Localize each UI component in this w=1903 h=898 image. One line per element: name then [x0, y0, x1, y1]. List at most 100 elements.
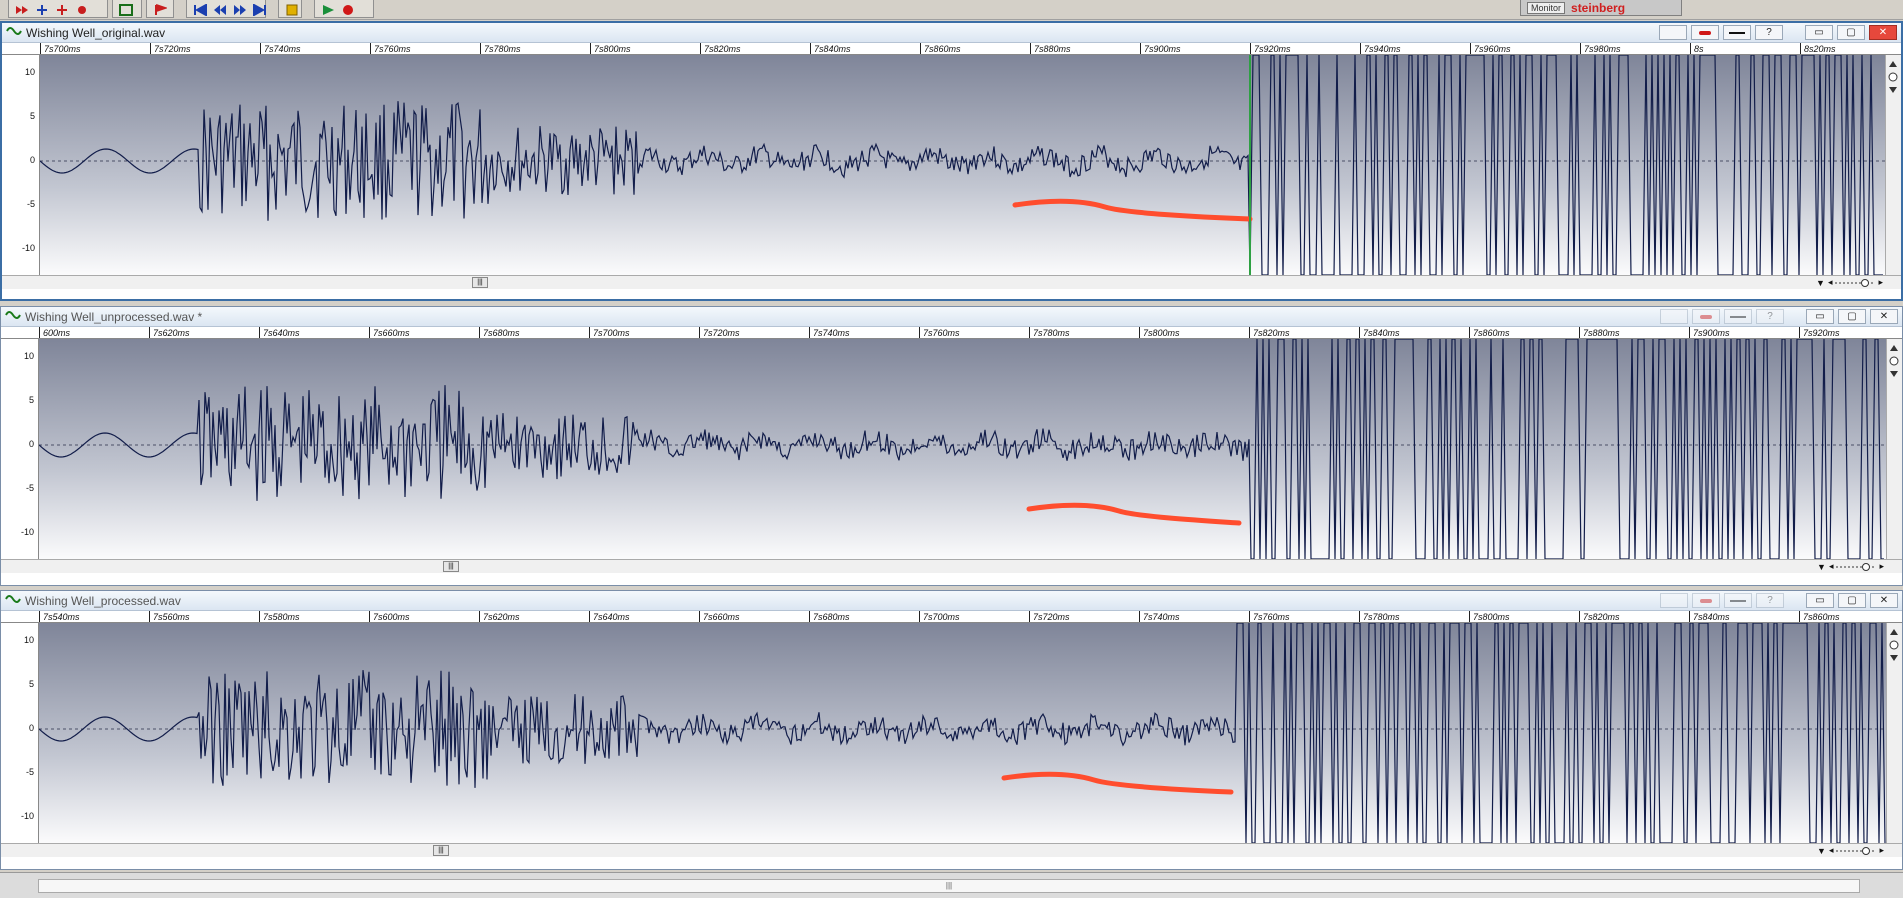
chevron-down-icon[interactable]: ▼ — [1817, 846, 1826, 856]
vertical-zoom-bar[interactable] — [1886, 623, 1902, 843]
time-tick-label: 7s820ms — [700, 43, 741, 54]
goto-start-icon[interactable] — [193, 2, 207, 17]
audio-window-1[interactable]: Wishing Well_original.wav ? ▭ ▢ ✕ 7s700m… — [0, 21, 1903, 301]
view-mode-line-button[interactable] — [1724, 593, 1752, 608]
zoom-control[interactable]: ▼ ◂ ▸ — [1816, 276, 1883, 289]
maximize-button[interactable]: ▢ — [1838, 309, 1866, 324]
view-mode-blank-button[interactable] — [1660, 309, 1688, 324]
time-ruler[interactable]: 600ms 7s620ms 7s640ms 7s660ms 7s680ms 7s700ms… — [1, 327, 1902, 339]
time-tick-label: 7s620ms — [479, 611, 520, 622]
amplitude-label: 0 — [28, 439, 34, 449]
time-tick-label: 7s780ms — [480, 43, 521, 54]
time-tick-label: 7s540ms — [39, 611, 80, 622]
minimize-button[interactable]: ▭ — [1806, 309, 1834, 324]
zoom-slider[interactable] — [1836, 846, 1877, 855]
time-ruler[interactable]: 7s700ms 7s720ms 7s740ms 7s760ms 7s780ms 7s800… — [2, 43, 1901, 55]
close-button[interactable]: ✕ — [1870, 309, 1898, 324]
marker-red-plus-icon[interactable] — [55, 3, 69, 15]
time-tick-label: 7s660ms — [369, 327, 410, 338]
horizontal-scrollbar[interactable]: ||| ▼ ◂ ▸ — [2, 275, 1901, 289]
view-mode-line-button[interactable] — [1724, 309, 1752, 324]
scroll-thumb[interactable]: ||| — [433, 845, 449, 856]
zoom-in-icon[interactable]: ▸ — [1879, 845, 1884, 856]
zoom-in-icon[interactable]: ▸ — [1879, 561, 1884, 572]
time-tick-label: 7s760ms — [1249, 611, 1290, 622]
view-mode-red-button[interactable] — [1692, 309, 1720, 324]
zoom-in-icon[interactable]: ▸ — [1878, 277, 1883, 288]
time-tick-label: 7s700ms — [40, 43, 81, 54]
close-button[interactable]: ✕ — [1869, 25, 1897, 40]
scroll-thumb[interactable]: ||| — [443, 561, 459, 572]
main-horizontal-scrollbar[interactable]: ||| — [38, 879, 1860, 893]
amplitude-label: 10 — [23, 351, 34, 361]
red-annotation-stroke — [1001, 771, 1234, 795]
time-tick-label: 7s560ms — [149, 611, 190, 622]
waveform-plot[interactable] — [39, 623, 1886, 843]
horizontal-scrollbar[interactable]: ||| ▼ ◂ ▸ — [1, 843, 1902, 857]
vertical-zoom-bar[interactable] — [1885, 55, 1901, 275]
navigation-group — [186, 0, 266, 18]
time-tick-label: 7s780ms — [1359, 611, 1400, 622]
waveform-plot[interactable] — [40, 55, 1885, 275]
main-scroll-thumb[interactable]: ||| — [39, 880, 1859, 892]
view-mode-blank-button[interactable] — [1660, 593, 1688, 608]
time-tick-label: 7s580ms — [259, 611, 300, 622]
play-record-group — [314, 0, 374, 18]
marker-redflag-icon[interactable] — [75, 3, 89, 15]
zoom-slider[interactable] — [1836, 562, 1877, 571]
loop-icon[interactable] — [119, 3, 133, 16]
zoom-out-icon[interactable]: ◂ — [1829, 845, 1834, 856]
chevron-down-icon[interactable]: ▼ — [1816, 278, 1825, 288]
marker-blue-icon[interactable] — [35, 3, 49, 15]
chevron-down-icon[interactable]: ▼ — [1817, 562, 1826, 572]
zoom-slider[interactable] — [1835, 278, 1876, 287]
time-ruler[interactable]: 7s540ms 7s560ms 7s580ms 7s600ms 7s620ms 7s640… — [1, 611, 1902, 623]
help-button[interactable]: ? — [1756, 309, 1784, 324]
window-titlebar[interactable]: Wishing Well_unprocessed.wav * ? ▭ ▢ ✕ — [1, 307, 1902, 327]
view-mode-blank-button[interactable] — [1659, 25, 1687, 40]
help-button[interactable]: ? — [1755, 25, 1783, 40]
marker-red-icon[interactable] — [15, 3, 29, 15]
maximize-button[interactable]: ▢ — [1837, 25, 1865, 40]
maximize-button[interactable]: ▢ — [1838, 593, 1866, 608]
audio-window-3[interactable]: Wishing Well_processed.wav ? ▭ ▢ ✕ 7s540… — [0, 590, 1903, 870]
record-icon[interactable] — [341, 3, 355, 15]
waveform-plot[interactable] — [39, 339, 1886, 559]
zoom-out-icon[interactable]: ◂ — [1828, 277, 1833, 288]
forward-icon[interactable] — [233, 3, 247, 15]
time-tick-label: 7s820ms — [1579, 611, 1620, 622]
zoom-control[interactable]: ▼ ◂ ▸ — [1817, 560, 1884, 573]
minimize-button[interactable]: ▭ — [1805, 25, 1833, 40]
time-tick-label: 7s840ms — [1359, 327, 1400, 338]
window-titlebar[interactable]: Wishing Well_processed.wav ? ▭ ▢ ✕ — [1, 591, 1902, 611]
view-mode-red-button[interactable] — [1691, 25, 1719, 40]
horizontal-scrollbar[interactable]: ||| ▼ ◂ ▸ — [1, 559, 1902, 573]
goto-end-icon[interactable] — [253, 2, 267, 17]
time-tick-label: 7s760ms — [370, 43, 411, 54]
zoom-out-icon[interactable]: ◂ — [1829, 561, 1834, 572]
amplitude-label: 5 — [29, 111, 35, 121]
rewind-icon[interactable] — [213, 3, 227, 15]
time-tick-label: 7s620ms — [149, 327, 190, 338]
stop-icon[interactable] — [285, 3, 299, 15]
time-tick-label: 8s20ms — [1800, 43, 1836, 54]
view-mode-line-button[interactable] — [1723, 25, 1751, 40]
amplitude-axis: 10 5 0 -5 -10 — [1, 339, 39, 559]
vertical-zoom-bar[interactable] — [1886, 339, 1902, 559]
zoom-control[interactable]: ▼ ◂ ▸ — [1817, 844, 1884, 857]
flag-icon[interactable] — [153, 3, 169, 15]
main-status-bar: ||| — [0, 872, 1903, 898]
help-button[interactable]: ? — [1756, 593, 1784, 608]
waveform-line — [39, 623, 1886, 843]
scroll-thumb[interactable]: ||| — [472, 277, 488, 288]
window-titlebar[interactable]: Wishing Well_original.wav ? ▭ ▢ ✕ — [2, 23, 1901, 43]
minimize-button[interactable]: ▭ — [1806, 593, 1834, 608]
audio-window-2[interactable]: Wishing Well_unprocessed.wav * ? ▭ ▢ ✕ 6… — [0, 306, 1903, 586]
play-icon[interactable] — [321, 3, 335, 15]
view-mode-red-button[interactable] — [1692, 593, 1720, 608]
amplitude-label: -5 — [26, 199, 35, 209]
close-button[interactable]: ✕ — [1870, 593, 1898, 608]
amplitude-label: -10 — [21, 243, 35, 253]
red-annotation-stroke — [1026, 502, 1242, 526]
monitor-button[interactable]: Monitor — [1527, 1, 1566, 14]
